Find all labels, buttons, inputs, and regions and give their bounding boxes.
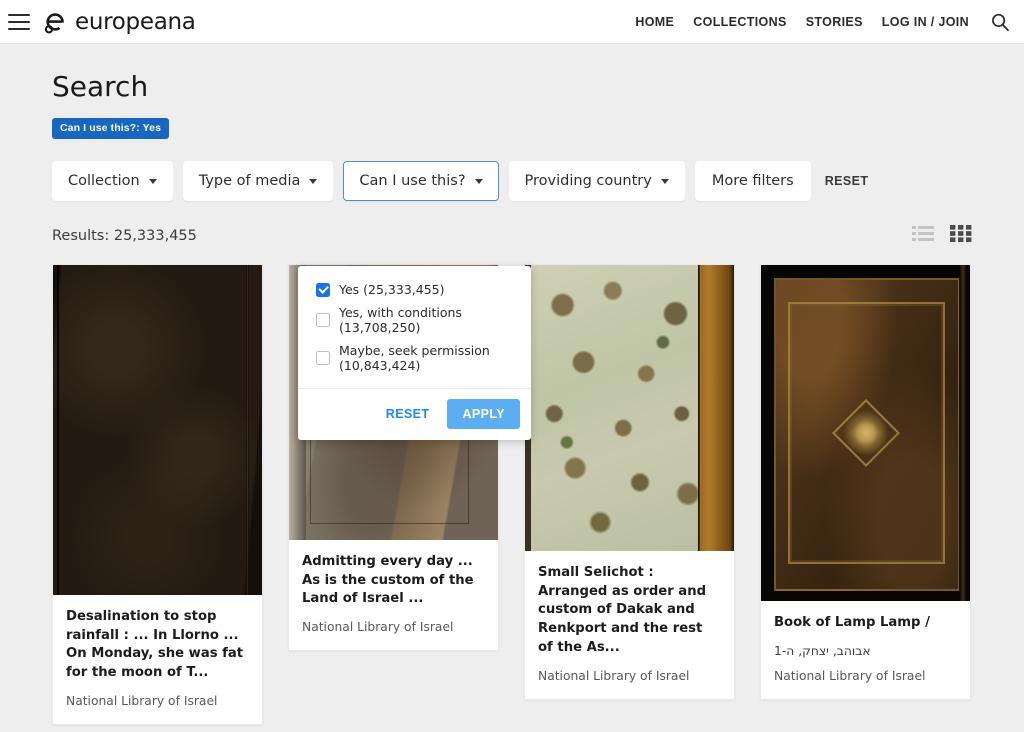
result-card-body: Admitting every day ... As is the custom… [289, 540, 498, 650]
result-alt-title: אבוהב, יצחק, ה-1 [774, 643, 871, 658]
result-thumbnail[interactable] [525, 265, 734, 551]
filter-button-providing-country[interactable]: Providing country [508, 161, 685, 201]
result-thumbnail[interactable] [53, 265, 262, 595]
list-view-icon[interactable] [912, 225, 934, 247]
result-card[interactable]: Book of Lamp Lamp / אבוהב, יצחק, ה-1 Nat… [760, 264, 971, 700]
result-provider: National Library of Israel [538, 668, 690, 683]
active-filter-pill[interactable]: Can I use this?: Yes [52, 118, 170, 139]
result-card[interactable]: Small Selichot : Arranged as order and c… [524, 264, 735, 700]
filter-button-collection[interactable]: Collection [52, 161, 173, 201]
result-title: Admitting every day ... As is the custom… [302, 554, 474, 607]
result-card[interactable]: Desalination to stop rainfall : ... In L… [52, 264, 263, 725]
book-cover-image [525, 265, 734, 551]
dropdown-option-yes-with-conditions[interactable]: Yes, with conditions (13,708,250) [298, 301, 531, 339]
active-filters: Can I use this?: Yes [52, 118, 972, 140]
cover-spine [958, 265, 967, 601]
checkbox-yes-with-conditions[interactable] [316, 313, 330, 327]
site-header: europeana HOME COLLECTIONS STORIES LOG I… [0, 0, 1024, 44]
filter-button-type-of-media[interactable]: Type of media [182, 161, 334, 201]
result-card-body: Book of Lamp Lamp / אבוהב, יצחק, ה-1 Nat… [761, 601, 970, 699]
result-title: Small Selichot : Arranged as order and c… [538, 565, 707, 655]
nav-login-join[interactable]: LOG IN / JOIN [882, 15, 969, 29]
results-row: Results: 25,333,455 [52, 223, 972, 249]
dropdown-footer: RESET APPLY [298, 388, 531, 440]
grid-view-icon[interactable] [950, 225, 972, 247]
filter-button-can-i-use-this[interactable]: Can I use this? [343, 161, 499, 201]
checkbox-yes[interactable] [316, 282, 330, 297]
result-card-body: Desalination to stop rainfall : ... In L… [53, 595, 262, 724]
book-cover-image [53, 265, 262, 595]
result-provider: National Library of Israel [774, 668, 926, 683]
result-thumbnail[interactable] [761, 265, 970, 601]
search-icon[interactable] [990, 12, 1010, 32]
filter-label-collection: Collection [68, 173, 140, 189]
result-title: Book of Lamp Lamp / [774, 615, 930, 630]
result-title: Desalination to stop rainfall : ... In L… [66, 609, 244, 681]
filter-button-more-filters[interactable]: More filters [694, 161, 811, 201]
results-count: Results: 25,333,455 [52, 228, 197, 244]
dropdown-option-list: Yes (25,333,455) Yes, with conditions (1… [298, 266, 531, 388]
chevron-down-icon [309, 178, 318, 184]
dropdown-option-maybe-seek-permission[interactable]: Maybe, seek permission (10,843,424) [298, 339, 531, 377]
chevron-down-icon [474, 178, 483, 184]
view-toggle-group [912, 225, 972, 247]
filter-label-can-i-use-this: Can I use this? [359, 173, 466, 189]
dropdown-option-label: Yes, with conditions (13,708,250) [339, 305, 462, 335]
hamburger-menu-icon[interactable] [8, 13, 30, 30]
can-i-use-this-dropdown: Yes (25,333,455) Yes, with conditions (1… [298, 266, 531, 440]
checkbox-maybe-seek-permission[interactable] [316, 351, 330, 365]
filters-reset-link[interactable]: RESET [825, 174, 869, 188]
chevron-down-icon [148, 178, 157, 184]
result-card-body: Small Selichot : Arranged as order and c… [525, 551, 734, 699]
search-page: Search Can I use this?: Yes Collection T… [0, 70, 1024, 732]
chevron-down-icon [660, 178, 669, 184]
book-cover-image [761, 265, 970, 601]
result-provider: National Library of Israel [302, 620, 454, 635]
header-nav: HOME COLLECTIONS STORIES LOG IN / JOIN [635, 12, 1024, 32]
dropdown-option-yes[interactable]: Yes (25,333,455) [298, 278, 531, 301]
dropdown-reset-button[interactable]: RESET [380, 402, 436, 426]
dropdown-apply-button[interactable]: APPLY [447, 399, 520, 429]
nav-stories[interactable]: STORIES [806, 15, 863, 29]
filter-label-type-of-media: Type of media [198, 173, 301, 189]
filter-bar: Collection Type of media Can I use this?… [52, 161, 972, 201]
europeana-logo[interactable]: europeana [42, 9, 196, 35]
result-provider: National Library of Israel [66, 693, 218, 708]
logo-text: europeana [75, 8, 196, 35]
dropdown-option-label: Yes (25,333,455) [339, 282, 445, 297]
page-title: Search [52, 70, 149, 103]
dropdown-option-label: Maybe, seek permission (10,843,424) [339, 343, 490, 373]
europeana-e-icon [42, 9, 68, 35]
nav-home[interactable]: HOME [635, 15, 674, 29]
nav-collections[interactable]: COLLECTIONS [693, 15, 786, 29]
filter-label-more-filters: More filters [711, 173, 794, 189]
filter-label-providing-country: Providing country [524, 173, 652, 189]
